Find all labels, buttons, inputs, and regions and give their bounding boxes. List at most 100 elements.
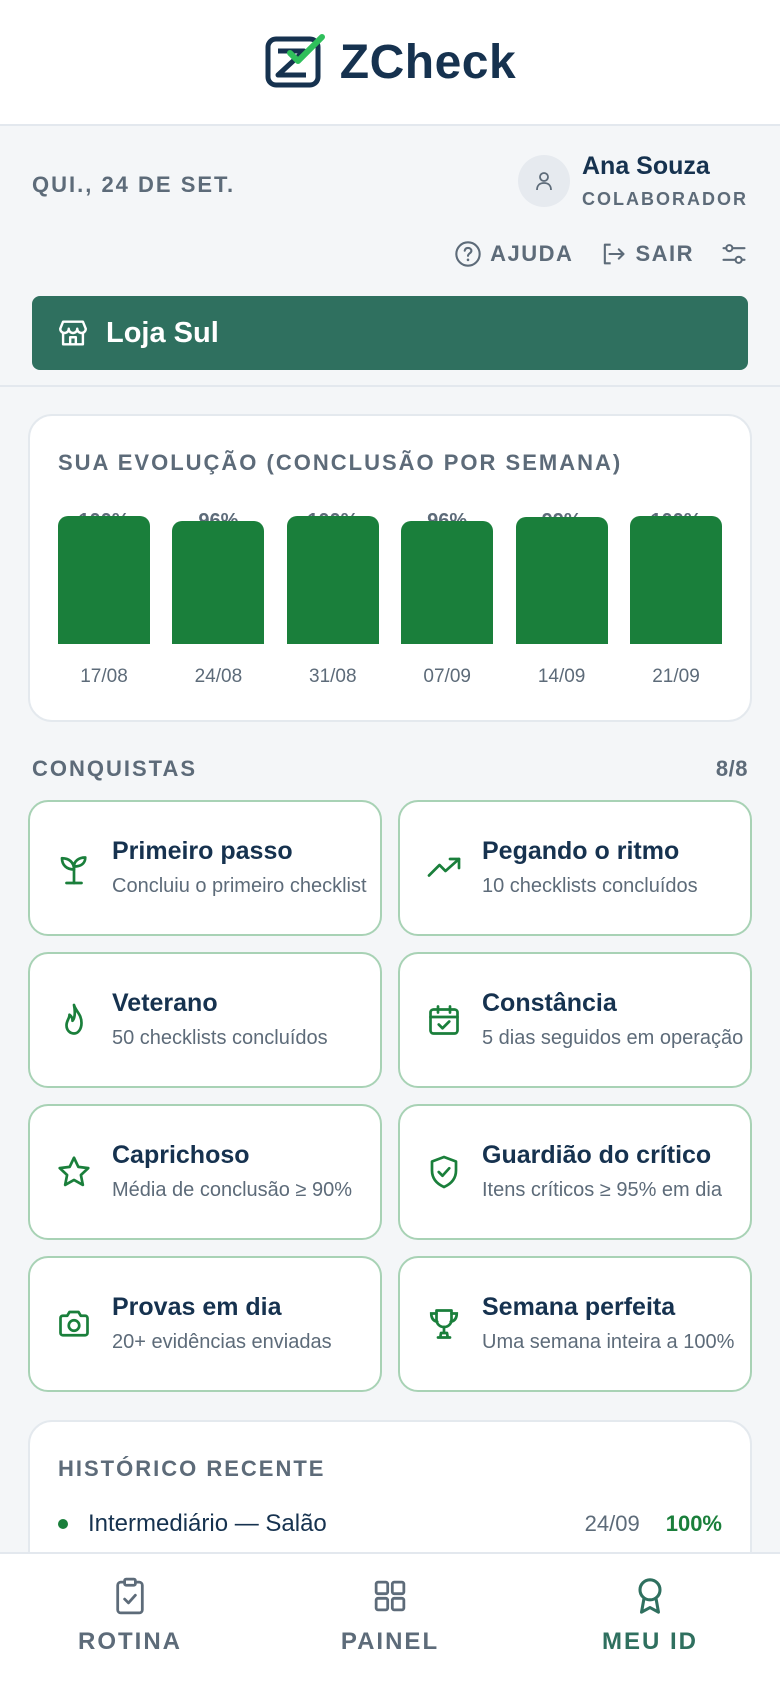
achievement-title: Veterano — [112, 988, 218, 1017]
history-title: HISTÓRICO RECENTE — [58, 1456, 326, 1481]
trending-up-icon — [427, 857, 461, 877]
grid-icon — [374, 1580, 406, 1612]
achievement-card[interactable]: Primeiro passo Concluiu o primeiro checkl… — [28, 800, 382, 936]
achievement-text: Primeiro passo Concluiu o primeiro checkl… — [112, 837, 367, 900]
bar-category-label: 21/09 — [652, 666, 700, 687]
trophy-icon — [429, 1309, 459, 1339]
bar-column: 100%31/08 — [286, 496, 379, 706]
store-icon — [59, 320, 87, 346]
achievement-card[interactable]: Pegando o ritmo 10 checklists concluídos — [398, 800, 752, 936]
nav-label-rotina: ROTINA — [78, 1628, 182, 1655]
achievements-title: CONQUISTAS — [32, 756, 198, 781]
history-item-date: 24/09 — [584, 1511, 640, 1536]
nav-item-painel[interactable]: PAINEL — [260, 1554, 520, 1688]
evolution-chart-card: SUA EVOLUÇÃO (CONCLUSÃO POR SEMANA) 100%… — [28, 414, 752, 722]
achievement-description: Concluiu o primeiro checklist — [112, 874, 367, 897]
bar — [630, 516, 722, 644]
current-date: QUI., 24 DE SET. — [32, 172, 236, 197]
app-logo[interactable]: ZCheck — [264, 33, 516, 91]
bar-category-label: 14/09 — [537, 666, 586, 687]
achievement-description: 20+ evidências enviadas — [112, 1330, 332, 1353]
user-icon — [536, 172, 552, 191]
logo-icon — [265, 34, 325, 88]
sliders-icon — [722, 244, 746, 264]
flame-icon — [65, 1003, 83, 1035]
history-item[interactable]: Intermediário — Salão 24/09 100% — [58, 1504, 722, 1544]
logout-icon — [604, 243, 625, 265]
bar-column: 100%17/08 — [58, 496, 150, 706]
bar-column: 100%21/09 — [630, 496, 722, 706]
achievement-card[interactable]: Guardião do crítico Itens críticos ≥ 95% … — [398, 1104, 752, 1240]
award-icon — [638, 1578, 662, 1614]
achievement-description: Uma semana inteira a 100% — [482, 1330, 735, 1353]
nav-label-painel: PAINEL — [340, 1628, 440, 1655]
achievements-header: CONQUISTAS 8/8 — [32, 756, 748, 782]
settings-button[interactable] — [720, 240, 748, 268]
bar-column: 96%07/09 — [401, 496, 494, 706]
achievement-text: Veterano 50 checklists concluídos — [112, 989, 328, 1052]
nav-item-meu-id[interactable]: MEU ID — [520, 1554, 780, 1688]
user-role: COLABORADOR — [582, 189, 748, 209]
sprout-icon — [60, 856, 87, 885]
bar-chart: 100%17/0896%24/08100%31/0896%07/0999%14/… — [58, 496, 722, 706]
achievement-description: 50 checklists concluídos — [112, 1026, 328, 1049]
achievement-title: Provas em dia — [112, 1292, 282, 1321]
chart-title: SUA EVOLUÇÃO (CONCLUSÃO POR SEMANA) — [58, 450, 623, 475]
bar — [401, 521, 494, 644]
user-name: Ana Souza — [582, 152, 710, 180]
achievement-description: Itens críticos ≥ 95% em dia — [482, 1178, 722, 1201]
achievement-card[interactable]: Provas em dia 20+ evidências enviadas — [28, 1256, 382, 1392]
achievement-card[interactable]: Caprichoso Média de conclusão ≥ 90% — [28, 1104, 382, 1240]
achievement-title: Semana perfeita — [482, 1292, 676, 1321]
user-profile[interactable]: Ana Souza COLABORADOR — [518, 152, 748, 210]
nav-item-rotina[interactable]: ROTINA — [0, 1554, 260, 1688]
bar-category-label: 07/09 — [423, 666, 471, 687]
history-item-label: Intermediário — Salão — [88, 1510, 327, 1537]
achievement-text: Pegando o ritmo 10 checklists concluídos — [482, 837, 698, 900]
bottom-nav: ROTINA PAINEL MEU ID — [0, 1552, 780, 1688]
camera-icon — [59, 1310, 89, 1337]
bar-category-label: 24/08 — [194, 666, 243, 687]
help-button[interactable]: AJUDA — [454, 240, 573, 268]
achievement-title: Caprichoso — [112, 1140, 250, 1169]
help-circle-icon — [455, 241, 481, 267]
bar — [172, 521, 265, 644]
bar-column: 96%24/08 — [172, 496, 265, 706]
store-selector[interactable]: Loja Sul — [32, 296, 748, 370]
top-bar: ZCheck — [0, 0, 780, 126]
achievement-description: 5 dias seguidos em operação — [482, 1026, 744, 1049]
achievement-card[interactable]: Semana perfeita Uma semana inteira a 100% — [398, 1256, 752, 1392]
achievement-title: Primeiro passo — [112, 836, 293, 865]
achievements-count: 8/8 — [715, 756, 748, 781]
store-name: Loja Sul — [106, 316, 219, 349]
nav-label-meu-id: MEU ID — [602, 1628, 698, 1655]
achievement-card[interactable]: Constância 5 dias seguidos em operação — [398, 952, 752, 1088]
app-name: ZCheck — [339, 35, 517, 89]
bar-category-label: 17/08 — [80, 666, 128, 687]
bar — [58, 516, 150, 644]
bar — [286, 516, 379, 644]
bar-category-label: 31/08 — [309, 666, 357, 687]
shield-check-icon — [430, 1155, 458, 1189]
clipboard-check-icon — [116, 1577, 144, 1615]
divider — [0, 385, 780, 387]
logout-label: SAIR — [635, 241, 694, 266]
achievement-title: Pegando o ritmo — [482, 836, 680, 865]
achievement-card[interactable]: Veterano 50 checklists concluídos — [28, 952, 382, 1088]
status-dot — [58, 1519, 68, 1529]
achievement-title: Constância — [482, 988, 617, 1017]
achievement-text: Guardião do crítico Itens críticos ≥ 95% … — [482, 1141, 722, 1204]
help-label: AJUDA — [490, 241, 574, 266]
achievement-text: Caprichoso Média de conclusão ≥ 90% — [112, 1141, 352, 1204]
achievement-description: Média de conclusão ≥ 90% — [112, 1178, 353, 1201]
history-item-percent: 100% — [665, 1511, 722, 1536]
achievement-text: Semana perfeita Uma semana inteira a 100% — [482, 1293, 734, 1356]
star-icon — [58, 1156, 90, 1187]
header-actions: AJUDA SAIR — [454, 240, 748, 268]
achievement-description: 10 checklists concluídos — [482, 874, 698, 897]
bar — [515, 517, 608, 644]
logout-button[interactable]: SAIR — [599, 240, 694, 268]
achievement-text: Constância 5 dias seguidos em operação — [482, 989, 743, 1052]
achievement-text: Provas em dia 20+ evidências enviadas — [112, 1293, 332, 1356]
avatar — [518, 155, 570, 207]
